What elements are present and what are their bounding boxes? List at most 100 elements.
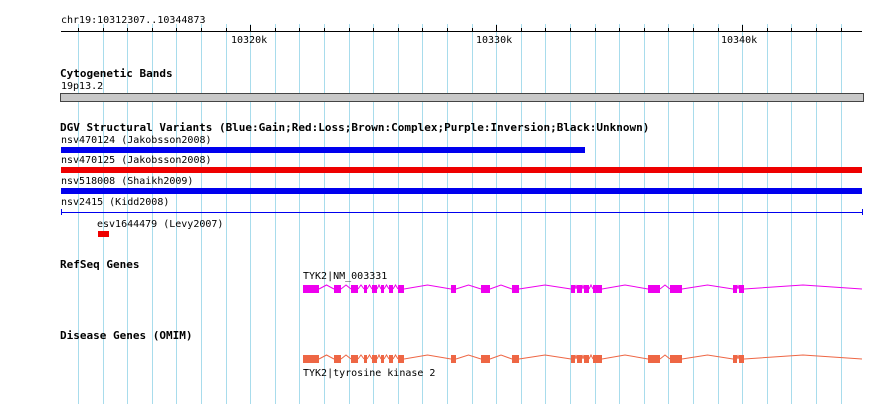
intron [403, 354, 452, 360]
exon [372, 285, 377, 293]
intron [659, 284, 671, 290]
exon [739, 355, 744, 363]
exon [398, 285, 404, 293]
exon [303, 355, 319, 363]
grid-line [718, 24, 719, 404]
dgv-feature-label: esv1644479 (Levy2007) [97, 219, 224, 230]
grid-line [791, 24, 792, 404]
intron [376, 283, 382, 290]
intron [455, 284, 482, 290]
grid-line [127, 24, 128, 404]
dgv-feature-nsv470125[interactable] [61, 167, 862, 173]
ruler-line[interactable] [61, 31, 862, 32]
grid-line [668, 24, 669, 404]
genome-browser-view: chr19:10312307..10344873 10320k 10330k 1… [0, 0, 890, 404]
ruler-tick [127, 28, 128, 31]
ruler-tick [226, 28, 227, 31]
refseq-track-title: RefSeq Genes [60, 258, 140, 271]
intron [357, 284, 365, 290]
intron [392, 284, 399, 290]
intron [601, 284, 649, 290]
intron [366, 284, 373, 290]
ruler-tick [595, 28, 596, 31]
cytoband-bar[interactable] [60, 93, 864, 102]
intron [588, 353, 594, 360]
exon [381, 355, 384, 363]
exon [372, 355, 377, 363]
grid-line [767, 24, 768, 404]
exon [584, 355, 589, 363]
grid-line [299, 24, 300, 404]
refseq-gene-tyk2[interactable] [0, 280, 890, 298]
intron [366, 354, 373, 360]
grid-line [841, 24, 842, 404]
exon [584, 285, 589, 293]
exon [512, 285, 519, 293]
grid-line [545, 24, 546, 404]
intron [403, 284, 452, 290]
grid-line [250, 24, 251, 404]
intron [588, 283, 594, 290]
ruler-label-10340k: 10340k [721, 35, 758, 46]
ruler-label-10330k: 10330k [476, 35, 513, 46]
dgv-feature-label: nsv518008 (Shaikh2009) [61, 176, 194, 187]
grid-line [398, 24, 399, 404]
intron [581, 284, 585, 290]
location-label: chr19:10312307..10344873 [61, 15, 206, 26]
exon [334, 355, 341, 363]
intron [736, 354, 740, 360]
omim-gene-tyk2[interactable] [0, 350, 890, 368]
exon [733, 285, 737, 293]
exon [451, 285, 456, 293]
intron [574, 284, 578, 290]
dgv-feature-nsv470124[interactable] [61, 147, 585, 153]
ruler-tick [841, 28, 842, 31]
exon [512, 355, 519, 363]
exon [481, 355, 490, 363]
exon [571, 285, 575, 293]
grid-line [472, 24, 473, 404]
intron [340, 354, 352, 360]
exon [481, 285, 490, 293]
ruler-tick [496, 25, 497, 31]
grid-line [152, 24, 153, 404]
dgv-feature-label: nsv2415 (Kidd2008) [61, 197, 170, 208]
grid-line [693, 24, 694, 404]
dgv-track-title: DGV Structural Variants (Blue:Gain;Red:L… [60, 121, 650, 134]
ruler-tick [816, 28, 817, 31]
grid-line [816, 24, 817, 404]
ruler-tick [299, 28, 300, 31]
exon [351, 355, 358, 363]
intron [455, 354, 482, 360]
intron [383, 284, 390, 290]
exon [381, 285, 384, 293]
exon [303, 285, 319, 293]
ruler-tick [78, 28, 79, 31]
intron [681, 354, 734, 360]
exon [593, 285, 602, 293]
cytoband-track-title: Cytogenetic Bands [60, 67, 173, 80]
intron [318, 354, 335, 360]
intron [659, 354, 671, 360]
ruler-tick [103, 28, 104, 31]
intron [318, 284, 335, 290]
intron [681, 284, 734, 290]
ruler-tick [152, 28, 153, 31]
grid-line [324, 24, 325, 404]
ruler-tick [250, 25, 251, 31]
dgv-feature-nsv518008[interactable] [61, 188, 862, 194]
ruler-tick [791, 28, 792, 31]
ruler-tick [275, 28, 276, 31]
grid-line [226, 24, 227, 404]
dgv-feature-esv1644479[interactable] [98, 231, 109, 237]
exon [648, 285, 660, 293]
grid-line [176, 24, 177, 404]
ruler-tick [398, 28, 399, 31]
ruler-tick [201, 28, 202, 31]
exon [334, 285, 341, 293]
grid-line [201, 24, 202, 404]
exon [364, 355, 367, 363]
intron [518, 354, 572, 360]
intron [489, 284, 513, 290]
dgv-feature-nsv2415[interactable] [61, 212, 862, 213]
